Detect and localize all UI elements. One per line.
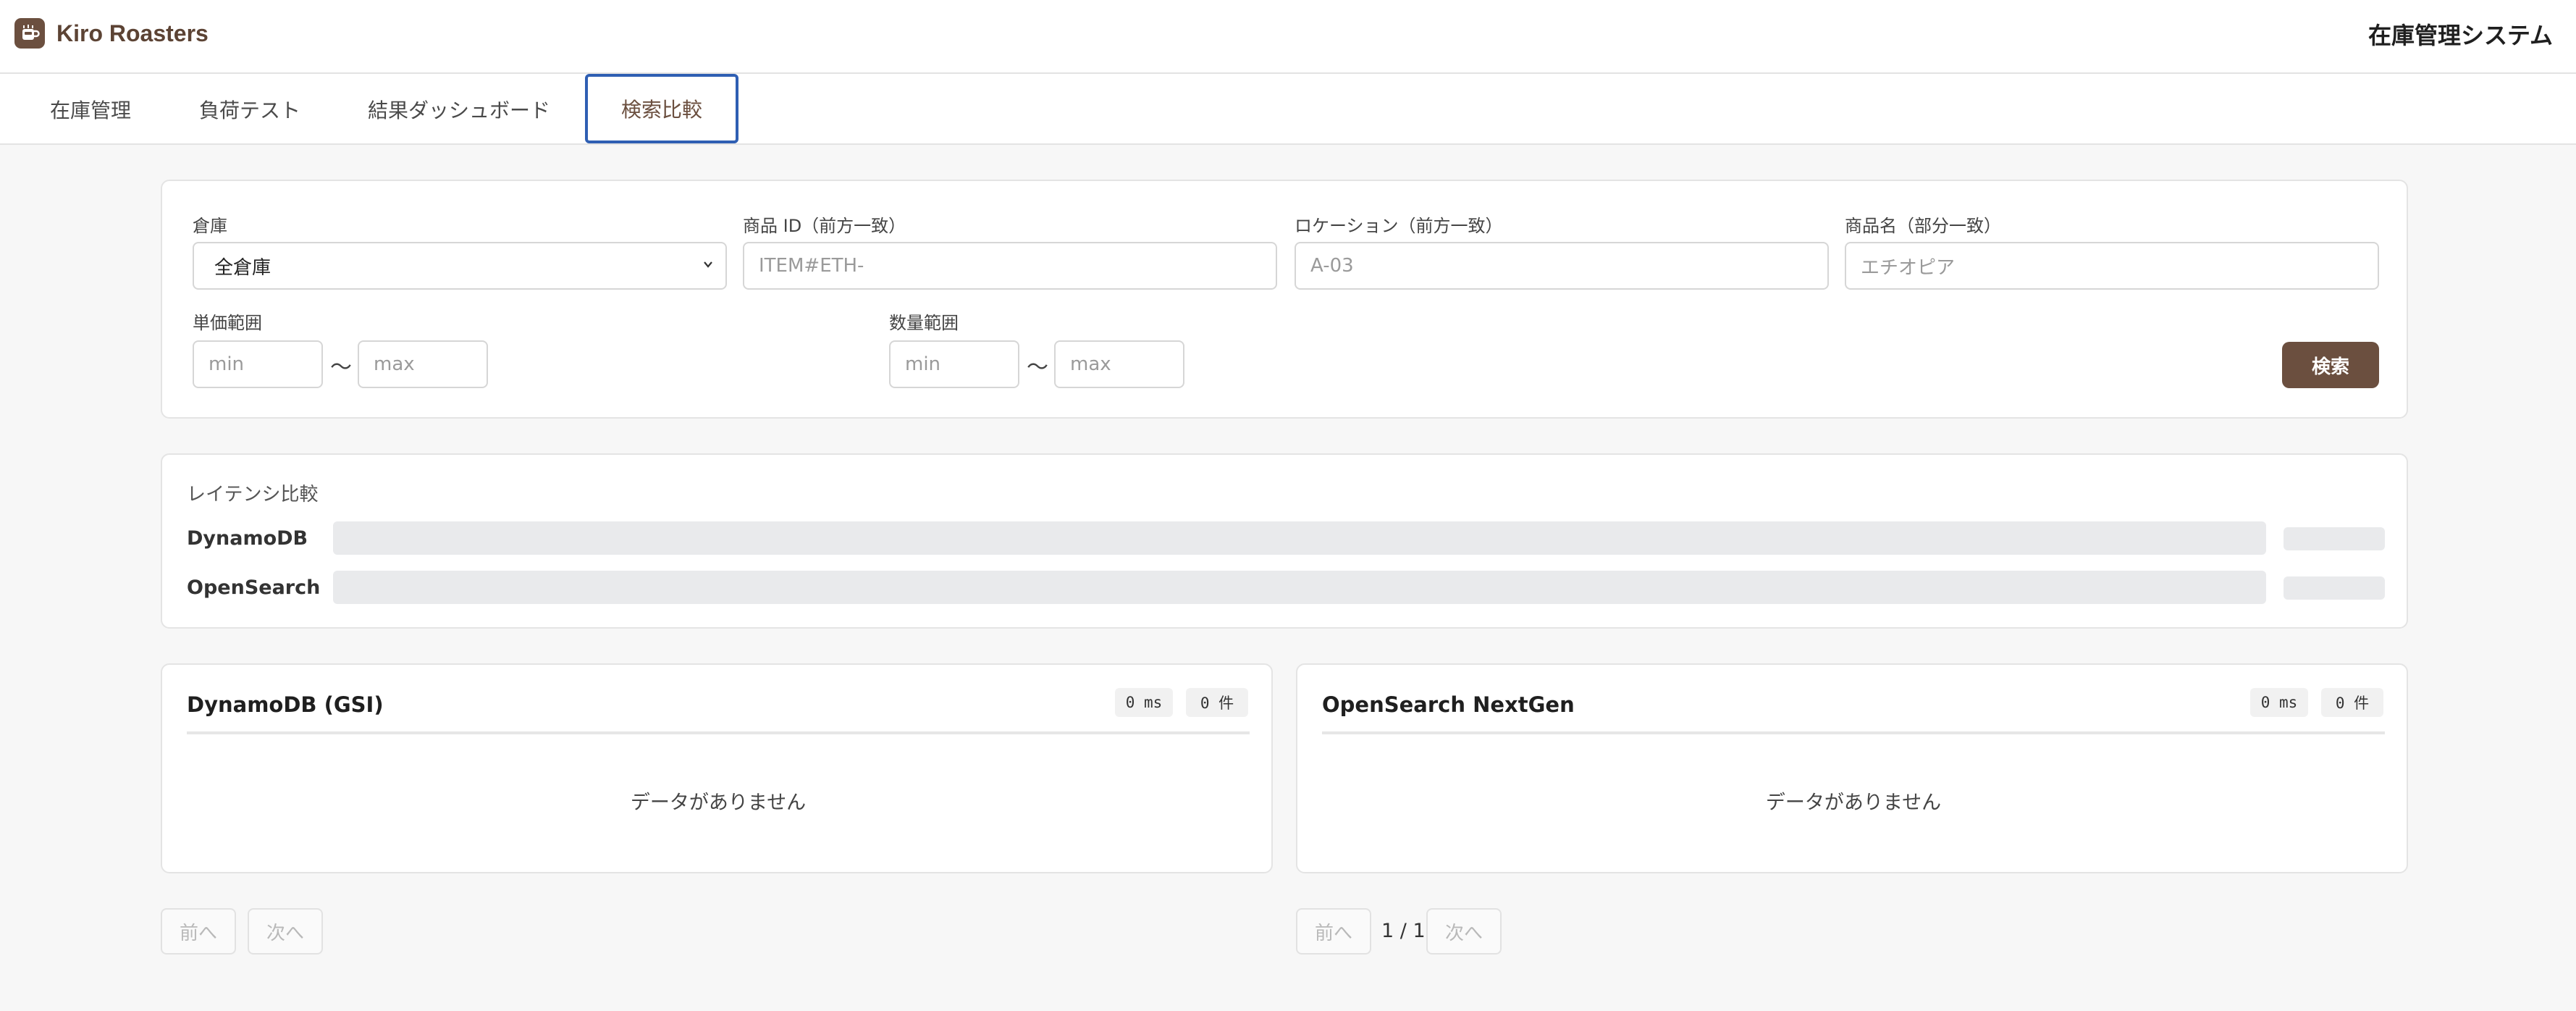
- app-header: Kiro Roasters 在庫管理システム: [0, 0, 2576, 74]
- result-title-dynamodb: DynamoDB (GSI): [187, 692, 384, 717]
- tab-bar: 在庫管理 負荷テスト 結果ダッシュボード 検索比較: [0, 74, 2576, 145]
- count-badge-opensearch: 0 件: [2321, 688, 2383, 717]
- item-id-input[interactable]: ITEM#ETH-: [743, 242, 1277, 290]
- count-badge-dynamodb: 0 件: [1186, 688, 1248, 717]
- coffee-cup-icon: [14, 18, 45, 49]
- tab-search-compare[interactable]: 検索比較: [585, 74, 738, 143]
- next-page-button-opensearch[interactable]: 次へ: [1426, 908, 1502, 955]
- latency-badge-dynamodb: 0 ms: [1115, 688, 1173, 717]
- item-name-label: 商品名（部分一致）: [1845, 216, 2001, 236]
- location-label: ロケーション（前方一致）: [1295, 216, 1503, 236]
- qty-range-label: 数量範囲: [889, 313, 959, 333]
- price-min-input[interactable]: min: [193, 340, 323, 388]
- latency-card: レイテンシ比較 DynamoDB OpenSearch: [161, 453, 2408, 629]
- price-range-label: 単価範囲: [193, 313, 262, 333]
- prev-page-button-dynamodb[interactable]: 前へ: [161, 908, 236, 955]
- qty-min-input[interactable]: min: [889, 340, 1019, 388]
- next-page-button-dynamodb[interactable]: 次へ: [248, 908, 323, 955]
- latency-badge-opensearch: 0 ms: [2250, 688, 2308, 717]
- item-id-label: 商品 ID（前方一致）: [743, 216, 906, 236]
- result-card-dynamodb: DynamoDB (GSI) 0 ms 0 件 データがありません: [161, 663, 1273, 873]
- location-input[interactable]: A-03: [1295, 242, 1829, 290]
- prev-page-button-opensearch[interactable]: 前へ: [1296, 908, 1371, 955]
- price-max-input[interactable]: max: [358, 340, 488, 388]
- qty-range-separator: 〜: [1027, 355, 1048, 380]
- qty-max-input[interactable]: max: [1054, 340, 1184, 388]
- latency-name-opensearch: OpenSearch: [187, 576, 321, 599]
- latency-title: レイテンシ比較: [187, 484, 319, 506]
- result-card-opensearch: OpenSearch NextGen 0 ms 0 件 データがありません: [1296, 663, 2408, 873]
- latency-value-dynamodb: [2284, 527, 2385, 550]
- empty-message-dynamodb: データがありません: [630, 792, 807, 814]
- page-info-opensearch: 1 / 1: [1381, 920, 1426, 942]
- tab-load-test[interactable]: 負荷テスト: [174, 74, 326, 145]
- tab-inventory[interactable]: 在庫管理: [29, 74, 152, 145]
- warehouse-select[interactable]: 全倉庫: [193, 242, 727, 290]
- filter-card: 倉庫 全倉庫 商品 ID（前方一致） ITEM#ETH- ロケーション（前方一致…: [161, 180, 2408, 419]
- result-title-opensearch: OpenSearch NextGen: [1322, 692, 1575, 717]
- latency-value-opensearch: [2284, 576, 2385, 600]
- result-divider: [1322, 731, 2385, 734]
- result-divider: [187, 731, 1250, 734]
- latency-bar-dynamodb: [333, 521, 2266, 555]
- chevron-down-icon: [701, 255, 715, 277]
- latency-bar-opensearch: [333, 571, 2266, 604]
- brand-name: Kiro Roasters: [56, 20, 209, 46]
- warehouse-select-value: 全倉庫: [214, 256, 272, 279]
- warehouse-label: 倉庫: [193, 216, 227, 236]
- system-title: 在庫管理システム: [2367, 22, 2553, 49]
- search-button[interactable]: 検索: [2282, 342, 2379, 388]
- price-range-separator: 〜: [330, 355, 352, 380]
- item-name-input[interactable]: エチオピア: [1845, 242, 2379, 290]
- latency-name-dynamodb: DynamoDB: [187, 527, 308, 550]
- tab-results-dashboard[interactable]: 結果ダッシュボード: [350, 74, 568, 145]
- empty-message-opensearch: データがありません: [1765, 792, 1942, 814]
- brand[interactable]: Kiro Roasters: [14, 16, 209, 51]
